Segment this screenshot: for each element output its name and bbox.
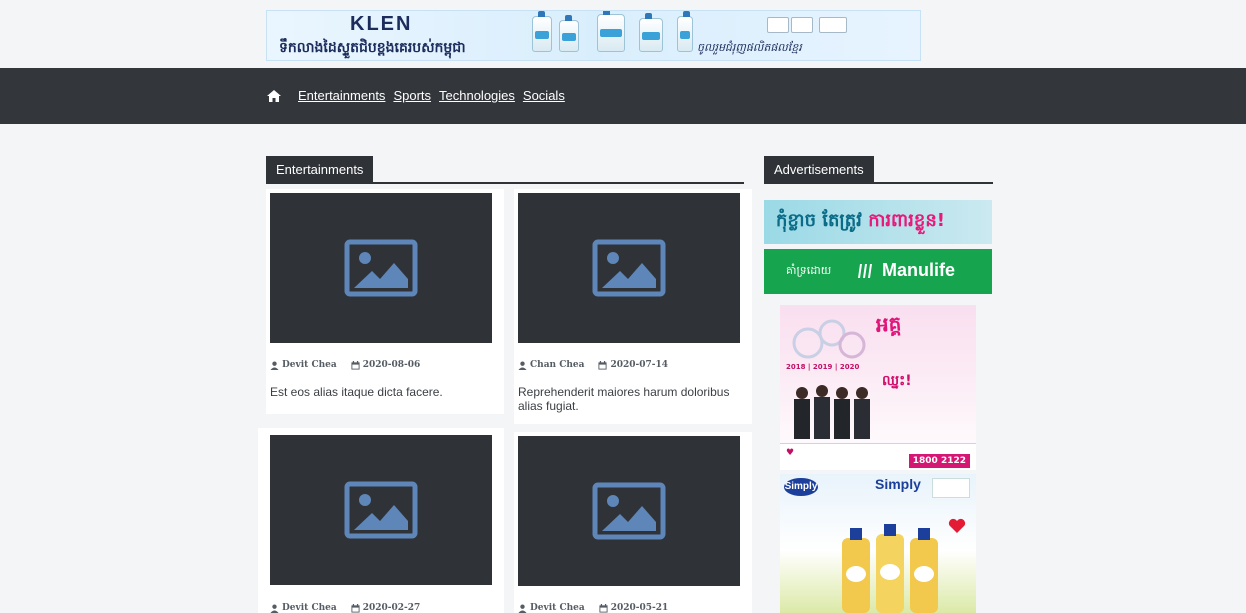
post-author[interactable]: Devit Chea bbox=[282, 603, 337, 613]
post-meta: Devit Chea 2020-02-27 bbox=[270, 603, 420, 613]
ad-manulife-headline-accent: ការពារខ្លួន! bbox=[868, 210, 945, 231]
calendar-icon bbox=[351, 360, 360, 370]
bottle-icon bbox=[677, 11, 693, 52]
bottle-icon bbox=[597, 11, 625, 52]
post-card[interactable]: Devit Chea 2020-02-27 bbox=[258, 428, 504, 613]
ad-simply-logo: Simply bbox=[784, 478, 818, 496]
oil-bottles-icon bbox=[842, 524, 938, 613]
ad-insurance-title: អគ្គ bbox=[875, 311, 903, 337]
ad-simply-brand: Simply bbox=[875, 476, 921, 492]
nav-links: Entertainments Sports Technologies Socia… bbox=[266, 88, 567, 103]
ad-insurance-subtitle: ឈ្នះ! bbox=[882, 373, 912, 389]
post-date: 2020-05-21 bbox=[610, 603, 669, 613]
post-date: 2020-08-06 bbox=[362, 360, 421, 370]
people-photo-icon bbox=[794, 385, 870, 439]
ad-manulife-brand: Manulife bbox=[882, 260, 956, 280]
manulife-logo-icon bbox=[858, 264, 872, 278]
ad-manulife-banner[interactable]: កុំខ្លាច តែត្រូវ ការពារខ្លួន! bbox=[764, 200, 992, 244]
image-placeholder-icon bbox=[344, 481, 418, 539]
post-thumbnail[interactable] bbox=[270, 193, 492, 343]
post-thumbnail[interactable] bbox=[270, 435, 492, 585]
ad-insurance-logo: ♥ bbox=[786, 448, 795, 458]
post-thumbnail[interactable] bbox=[518, 193, 740, 343]
section-title-entertainments: Entertainments bbox=[266, 156, 374, 184]
section-divider bbox=[764, 182, 993, 184]
ad-manulife-sponsor-text: គាំទ្រដោយ bbox=[786, 264, 832, 277]
calendar-icon bbox=[598, 360, 608, 370]
nav-link-sports[interactable]: Sports bbox=[393, 88, 431, 103]
post-meta: Devit Chea 2020-05-21 bbox=[518, 603, 668, 613]
post-author[interactable]: Devit Chea bbox=[282, 360, 337, 370]
certification-badge-icon bbox=[791, 17, 813, 33]
calendar-icon bbox=[351, 603, 360, 613]
post-date: 2020-07-14 bbox=[610, 360, 669, 370]
calendar-icon bbox=[599, 603, 608, 613]
banner-brand: KLEN bbox=[350, 13, 413, 35]
ad-insurance-phone: 1800 2122 bbox=[908, 454, 970, 468]
certification-badge-icon bbox=[819, 17, 847, 33]
user-icon bbox=[270, 361, 279, 370]
image-placeholder-icon bbox=[592, 239, 666, 297]
ad-insurance-poster[interactable]: អគ្គ 2018 | 2019 | 2020 ឈ្នះ! ♥ 1800 212… bbox=[780, 305, 976, 470]
banner-tagline: ទឹកលាងដៃស្ទួតជិបខ្ពងគេរបស់កម្ពុជា bbox=[279, 40, 466, 56]
post-author[interactable]: Devit Chea bbox=[530, 603, 585, 613]
post-author[interactable]: Chan Chea bbox=[530, 360, 584, 370]
nav-link-technologies[interactable]: Technologies bbox=[439, 88, 515, 103]
post-card[interactable]: Devit Chea 2020-05-21 bbox=[514, 432, 752, 613]
post-meta: Devit Chea 2020-08-06 bbox=[270, 360, 420, 370]
home-icon[interactable] bbox=[266, 89, 282, 103]
heart-icon bbox=[948, 518, 966, 533]
section-divider bbox=[266, 182, 744, 184]
image-placeholder-icon bbox=[592, 482, 666, 540]
nav-link-socials[interactable]: Socials bbox=[523, 88, 565, 103]
user-icon bbox=[518, 361, 527, 370]
navbar: Entertainments Sports Technologies Socia… bbox=[0, 68, 1246, 124]
post-date: 2020-02-27 bbox=[362, 603, 421, 613]
ad-manulife-headline: កុំខ្លាច តែត្រូវ ការពារខ្លួន! bbox=[776, 208, 945, 235]
speaker-graphic-icon bbox=[792, 319, 866, 359]
ad-simply-badge bbox=[932, 478, 970, 498]
top-banner-ad[interactable]: KLEN ទឹកលាងដៃស្ទួតជិបខ្ពងគេរបស់កម្ពុជា ច… bbox=[266, 10, 921, 61]
post-thumbnail[interactable] bbox=[518, 436, 740, 586]
section-title-advertisements: Advertisements bbox=[764, 156, 874, 184]
banner-subtitle: ចូលរួមជំរុញផលិតផលខ្មែរ bbox=[697, 41, 802, 54]
nav-link-entertainments[interactable]: Entertainments bbox=[298, 88, 385, 103]
ad-manulife-brand-bar[interactable]: គាំទ្រដោយ Manulife bbox=[764, 249, 992, 294]
ad-simply-oil[interactable]: Simply Simply bbox=[780, 474, 976, 613]
post-meta: Chan Chea 2020-07-14 bbox=[518, 360, 668, 370]
bottle-icon bbox=[639, 13, 663, 52]
user-icon bbox=[518, 604, 527, 613]
post-title[interactable]: Reprehenderit maiores harum doloribus al… bbox=[518, 385, 738, 413]
bottle-icon bbox=[559, 15, 579, 52]
post-title[interactable]: Est eos alias itaque dicta facere. bbox=[270, 385, 490, 399]
ad-manulife-headline-text: កុំខ្លាច តែត្រូវ bbox=[776, 210, 862, 231]
user-icon bbox=[270, 604, 279, 613]
bottle-icon bbox=[532, 11, 552, 52]
image-placeholder-icon bbox=[344, 239, 418, 297]
post-card[interactable]: Devit Chea 2020-08-06 Est eos alias itaq… bbox=[266, 189, 504, 414]
post-card[interactable]: Chan Chea 2020-07-14 Reprehenderit maior… bbox=[514, 189, 752, 424]
ad-insurance-footer: ♥ 1800 2122 bbox=[780, 443, 976, 470]
certification-badge-icon bbox=[767, 17, 789, 33]
ad-insurance-years: 2018 | 2019 | 2020 bbox=[786, 363, 860, 371]
